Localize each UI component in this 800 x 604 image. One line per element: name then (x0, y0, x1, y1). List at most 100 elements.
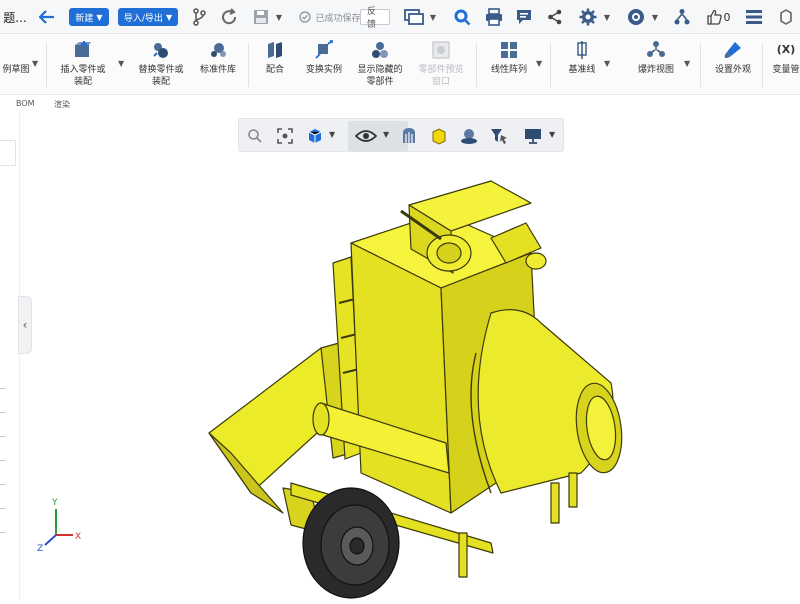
ribbon-label: 基准线 (568, 65, 596, 75)
tab-render[interactable]: 渲染 (54, 99, 70, 110)
chevron-down-icon[interactable]: ▼ (684, 59, 690, 68)
save-status: 已成功保存 (292, 0, 368, 34)
datum-line-icon (571, 39, 593, 61)
divider (0, 436, 6, 437)
ribbon-label: 变换实例 (305, 65, 342, 75)
wheel (302, 487, 400, 599)
replace-part-icon (150, 39, 172, 61)
ribbon-variables[interactable]: (X) 变量管 (768, 39, 800, 93)
ribbon-label: 设置外观 (714, 65, 751, 75)
chevron-down-icon[interactable]: ▼ (383, 130, 389, 139)
ribbon-appearance[interactable]: 设置外观 (708, 39, 758, 93)
back-arrow-icon[interactable] (36, 0, 58, 34)
chevron-down-icon[interactable]: ▼ (604, 59, 610, 68)
new-button[interactable]: 新建 ▼ (66, 0, 112, 34)
zoom-icon[interactable] (245, 126, 265, 146)
branch-icon[interactable] (188, 0, 210, 34)
thumbs-up-icon (706, 9, 722, 25)
insert-part-icon (72, 39, 94, 61)
chevron-down-icon[interactable]: ▼ (274, 0, 284, 34)
divider (0, 532, 6, 533)
panel-input-box[interactable] (0, 140, 16, 166)
standard-parts-icon (207, 39, 229, 61)
transform-icon (313, 39, 335, 61)
chevron-down-icon[interactable]: ▼ (329, 130, 335, 139)
show-hidden-icon (369, 39, 391, 61)
print-icon[interactable] (482, 0, 506, 34)
chevron-down-icon[interactable]: ▼ (650, 0, 660, 34)
ribbon-linear-pattern[interactable]: 线性阵列 (484, 39, 534, 93)
axis-triad: Y X Z (37, 498, 81, 554)
ribbon-replace-part[interactable]: 替换零件或 装配 (130, 39, 192, 93)
ribbon-insert-part[interactable]: 插入零件或 装配 (52, 39, 114, 93)
3d-viewport[interactable]: Y X Z (21, 153, 800, 600)
save-icon[interactable] (250, 0, 272, 34)
chevron-down-icon[interactable]: ▼ (118, 59, 124, 68)
ribbon-datum-line[interactable]: 基准线 (562, 39, 602, 93)
view-cube-icon[interactable] (305, 126, 325, 146)
ribbon-label: 配合 (265, 65, 284, 75)
appearance-icon (722, 39, 744, 61)
ribbon-sketch-partial[interactable]: 例草图 (0, 39, 32, 93)
ribbon-mate[interactable]: 配合 (258, 39, 292, 93)
chevron-down-icon: ▼ (96, 12, 103, 22)
ribbon-exploded-view[interactable]: 爆炸视图 (632, 39, 680, 93)
feedback-label: 反馈 (360, 7, 390, 30)
ribbon-toolbar: 例草图 ▼ 插入零件或 装配 ▼ 替换零件或 装配 标准件库 配合 变换实例 显… (0, 35, 800, 95)
check-circle-icon (299, 11, 312, 23)
ribbon-label: 线性阵列 (490, 65, 527, 75)
ribbon-show-hidden[interactable]: 显示隐藏的 零部件 (352, 39, 408, 93)
menu-icon[interactable] (742, 0, 766, 34)
chevron-down-icon[interactable]: ▼ (32, 59, 38, 68)
visibility-eye-icon[interactable] (353, 126, 379, 146)
mate-icon (264, 39, 286, 61)
tree-icon[interactable] (670, 0, 694, 34)
ribbon-transform-instance[interactable]: 变换实例 (300, 39, 348, 93)
feedback-button[interactable]: 反馈 (360, 0, 390, 34)
import-export-label: 导入/导出 (123, 13, 163, 24)
like-button[interactable]: 0 (702, 0, 734, 34)
display-monitor-icon[interactable] (523, 126, 543, 146)
axis-z-label: Z (37, 544, 43, 554)
concrete-mixer-model[interactable]: Y X Z (21, 153, 800, 600)
settings-icon[interactable] (576, 0, 600, 34)
part-preview-icon (430, 39, 452, 61)
fit-view-icon[interactable] (275, 126, 295, 146)
display-icon[interactable] (402, 0, 426, 34)
divider (762, 43, 763, 87)
ribbon-label: 变量管 (772, 65, 800, 75)
section-view-icon[interactable] (399, 126, 419, 146)
divider (0, 388, 6, 389)
document-title: 题... (3, 10, 27, 25)
ribbon-label: 例草图 (2, 65, 30, 75)
divider (0, 508, 6, 509)
view-toolbar: ▼ ▼ ▼ (238, 118, 564, 152)
sub-tab-bar: BOM 渲染 (0, 96, 800, 112)
render-icon[interactable] (459, 126, 479, 146)
ribbon-part-preview[interactable]: 零部件预览 窗口 (412, 39, 470, 93)
divider (550, 43, 551, 87)
refresh-icon[interactable] (218, 0, 240, 34)
divider (476, 43, 477, 87)
save-status-text: 已成功保存 (315, 13, 361, 24)
chevron-down-icon[interactable]: ▼ (428, 0, 438, 34)
filter-select-icon[interactable] (489, 126, 509, 146)
divider (0, 460, 6, 461)
like-count: 0 (723, 10, 731, 24)
tab-bom[interactable]: BOM (16, 99, 35, 108)
chevron-down-icon[interactable]: ▼ (536, 59, 542, 68)
more-icon[interactable] (774, 0, 798, 34)
ribbon-label: 标准件库 (199, 65, 236, 75)
search-icon[interactable] (450, 0, 474, 34)
axis-x-label: X (75, 532, 81, 542)
chevron-down-icon[interactable]: ▼ (549, 130, 555, 139)
chevron-down-icon[interactable]: ▼ (602, 0, 612, 34)
help-icon[interactable] (624, 0, 648, 34)
ribbon-standard-parts[interactable]: 标准件库 (194, 39, 242, 93)
share-icon[interactable] (544, 0, 566, 34)
divider (248, 43, 249, 87)
linear-pattern-icon (498, 39, 520, 61)
import-export-button[interactable]: 导入/导出 ▼ (116, 0, 180, 34)
shaded-mode-icon[interactable] (429, 126, 449, 146)
comment-icon[interactable] (512, 0, 536, 34)
